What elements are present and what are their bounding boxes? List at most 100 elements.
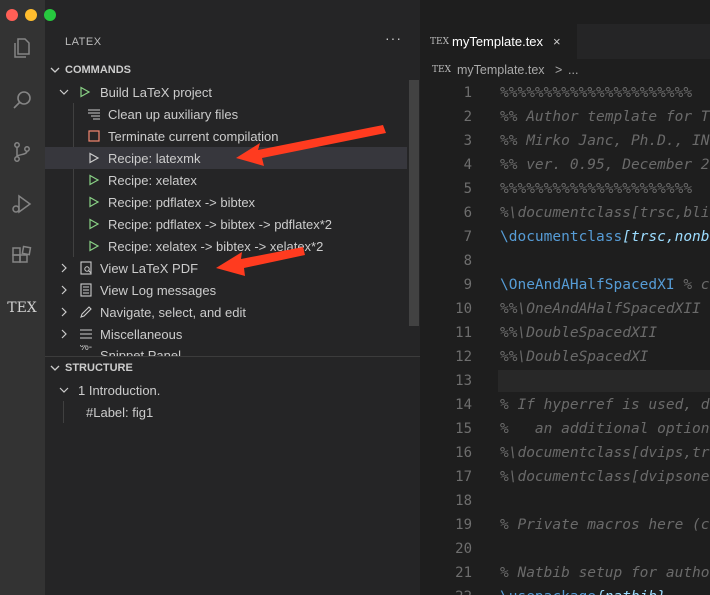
tex-file-icon: TEX [432, 65, 451, 75]
code-line[interactable]: \OneAndAHalfSpacedXI % c [500, 273, 710, 297]
code-line[interactable]: % an additional option to t [500, 417, 710, 441]
chevron-right-icon [57, 301, 71, 323]
breadcrumb-more[interactable]: ... [568, 63, 578, 77]
tree-item-navigate-select-edit[interactable]: Navigate, select, and edit [45, 301, 407, 323]
chevron-down-icon [57, 379, 71, 401]
chevron-down-icon [57, 81, 71, 103]
line-number: 2 [463, 109, 472, 125]
search-icon[interactable] [6, 84, 38, 116]
tree-item-label: Recipe: pdflatex -> bibtex -> pdflatex*2 [108, 216, 333, 232]
tree-item-recipe-pdflatex-bibtex-pdflatex2[interactable]: Recipe: pdflatex -> bibtex -> pdflatex*2 [45, 213, 407, 235]
tree-item-label: Navigate, select, and edit [100, 304, 246, 320]
line-number: 6 [463, 205, 472, 221]
snippet-icon: %- [79, 345, 93, 353]
latex-sidebar: LATEX ··· COMMANDS Build LaTeX project C… [45, 0, 420, 595]
code-line[interactable]: %\documentclass[trsc,blindre [500, 201, 710, 225]
code-line[interactable]: %%%%%%%%%%%%%%%%%%%%%% [500, 177, 692, 201]
structure-section-header[interactable]: STRUCTURE [45, 357, 420, 379]
close-icon[interactable]: × [553, 34, 561, 49]
code-line[interactable]: %\documentclass[dvips,trsc [500, 441, 710, 465]
code-line[interactable]: \usepackage{natbib} [500, 585, 666, 595]
tree-item-label: Recipe: xelatex -> bibtex -> xelatex*2 [108, 238, 324, 254]
tree-item-view-log-messages[interactable]: View Log messages [45, 279, 407, 301]
tree-item-terminate-compilation[interactable]: Terminate current compilation [45, 125, 407, 147]
code-line[interactable]: %%%%%%%%%%%%%%%%%%%%%% [500, 81, 692, 105]
tree-item-recipe-xelatex[interactable]: Recipe: xelatex [45, 169, 407, 191]
code-line[interactable]: %% ver. 0.95, December 2010 [500, 153, 710, 177]
tree-item-label: #Label: fig1 [86, 404, 154, 420]
code-line[interactable]: %%\OneAndAHalfSpacedXII [500, 297, 701, 321]
tree-item-recipe-xelatex-bibtex-xelatex2[interactable]: Recipe: xelatex -> bibtex -> xelatex*2 [45, 235, 407, 257]
tree-item-snippet-panel[interactable]: %- Snippet Panel [45, 345, 407, 356]
breadcrumb-separator: > [555, 63, 563, 77]
maximize-window-button[interactable] [44, 9, 56, 21]
tree-item-label: Build LaTeX project [100, 84, 213, 100]
extensions-icon[interactable] [6, 240, 38, 272]
tree-item-build-latex-project[interactable]: Build LaTeX project [45, 81, 407, 103]
explorer-icon[interactable] [6, 32, 38, 64]
line-number: 16 [455, 445, 472, 461]
latex-command: \documentclass [500, 229, 623, 245]
line-number: 4 [463, 157, 472, 173]
tab-bar: TEX myTemplate.tex × [420, 24, 710, 59]
tree-item-clean-up-auxiliary-files[interactable]: Clean up auxiliary files [45, 103, 407, 125]
line-number: 22 [420, 585, 472, 595]
tree-item-introduction[interactable]: 1 Introduction. [45, 379, 407, 401]
line-number: 15 [455, 421, 472, 437]
line-number: 19 [455, 517, 472, 533]
code-line[interactable]: %%\DoubleSpacedXI [500, 345, 648, 369]
line-number: 5 [463, 181, 472, 197]
sidebar-scrollbar[interactable] [409, 80, 419, 326]
tree-item-view-latex-pdf[interactable]: View LaTeX PDF [45, 257, 407, 279]
stop-icon [86, 125, 102, 147]
menu-icon [78, 323, 94, 345]
line-number: 17 [455, 469, 472, 485]
tab-title: myTemplate.tex [452, 34, 544, 49]
minimize-window-button[interactable] [25, 9, 37, 21]
source-control-icon[interactable] [6, 136, 38, 168]
code-line[interactable]: %\documentclass[dvipsone, [500, 465, 710, 489]
line-number: 18 [455, 493, 472, 509]
commands-section-header[interactable]: COMMANDS [45, 59, 420, 81]
code-line[interactable]: \documentclass[trsc,nonblind [500, 225, 710, 249]
chevron-right-icon [57, 323, 71, 345]
activity-bar: TEX [0, 0, 45, 595]
sidebar-title: LATEX [65, 36, 102, 48]
play-outline-icon [86, 147, 102, 169]
tree-item-label-fig1[interactable]: #Label: fig1 [45, 401, 407, 423]
play-icon [77, 81, 93, 103]
tree-item-label: View Log messages [100, 282, 217, 298]
tree-item-recipe-pdflatex-bibtex[interactable]: Recipe: pdflatex -> bibtex [45, 191, 407, 213]
tree-item-label: View LaTeX PDF [100, 260, 199, 276]
commands-header-label: COMMANDS [65, 64, 131, 76]
code-line[interactable]: % Natbib setup for author-y [500, 561, 710, 585]
tree-item-label: Terminate current compilation [108, 128, 279, 144]
tex-icon[interactable]: TEX [6, 292, 38, 324]
line-number: 7 [463, 229, 472, 245]
tree-item-label: Miscellaneous [100, 326, 183, 342]
chevron-right-icon [57, 279, 71, 301]
run-debug-icon[interactable] [6, 188, 38, 220]
tree-item-recipe-latexmk[interactable]: Recipe: latexmk [45, 147, 407, 169]
close-window-button[interactable] [6, 9, 18, 21]
window-controls [6, 9, 56, 21]
code-line[interactable]: %% Mirko Janc, Ph.D., INFORMS [500, 129, 710, 153]
log-icon [78, 279, 94, 301]
tree-item-label: Recipe: xelatex [108, 172, 197, 188]
play-icon [86, 213, 102, 235]
tab-mytemplate-tex[interactable]: TEX myTemplate.tex × [420, 24, 577, 59]
edit-icon [78, 301, 94, 323]
code-line[interactable]: %% Author template for Trans [500, 105, 710, 129]
code-line[interactable]: % Private macros here (check [500, 513, 710, 537]
breadcrumb-file[interactable]: myTemplate.tex [457, 63, 545, 77]
more-actions-icon[interactable]: ··· [385, 30, 402, 46]
play-icon [86, 235, 102, 257]
code-line[interactable]: % If hyperref is used, dvi-to [500, 393, 710, 417]
tree-item-miscellaneous[interactable]: Miscellaneous [45, 323, 407, 345]
line-number: 1 [463, 85, 472, 101]
line-number: 8 [463, 253, 472, 269]
pdf-preview-icon [78, 257, 94, 279]
tree-item-label: Clean up auxiliary files [108, 106, 239, 122]
code-line[interactable]: %%\DoubleSpacedXII [500, 321, 657, 345]
line-number: 9 [463, 277, 472, 293]
